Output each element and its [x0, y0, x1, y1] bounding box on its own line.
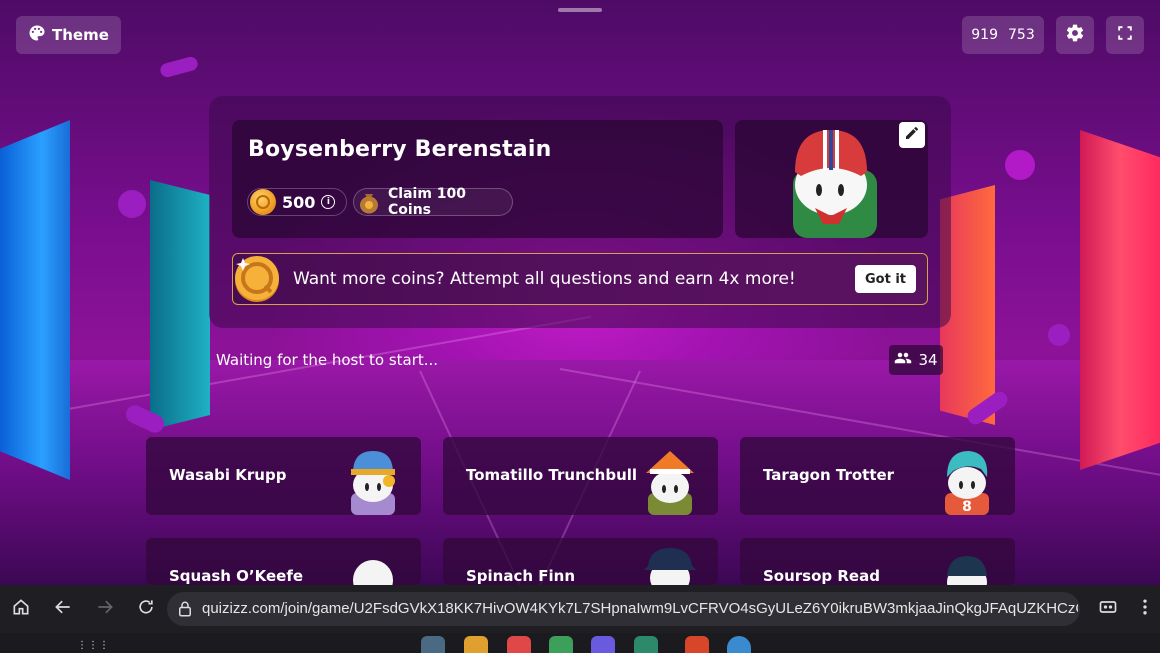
reload-icon: [136, 597, 156, 621]
player-card: Squash O’Keefe: [146, 538, 421, 585]
player-avatar: [646, 451, 694, 515]
door-right: [1080, 130, 1160, 470]
player-name: Boysenberry Berenstain: [248, 137, 552, 162]
notes-app-icon[interactable]: [507, 636, 531, 653]
player-card: Taragon Trotter 8: [740, 437, 1015, 515]
fullscreen-button[interactable]: [1106, 16, 1144, 54]
player-avatar: [947, 556, 987, 585]
reload-button[interactable]: [134, 597, 158, 621]
url-text[interactable]: quizizz.com/join/game/U2FsdGVkX18KK7HivO…: [202, 600, 1078, 617]
player-card-name: Soursop Read: [763, 567, 880, 585]
palette-icon: [28, 24, 46, 46]
player-card-name: Taragon Trotter: [763, 466, 895, 484]
screen-size-readout: 919 753: [962, 16, 1044, 54]
folder-app-icon[interactable]: [464, 636, 488, 653]
screen-width: 919: [971, 27, 998, 43]
menu-button[interactable]: [1133, 597, 1157, 621]
home-button[interactable]: [9, 597, 33, 621]
taskbar: [0, 633, 1160, 653]
theme-label: Theme: [52, 26, 109, 44]
app-grid-icon[interactable]: ⋮⋮⋮: [77, 640, 110, 651]
info-icon[interactable]: i: [321, 195, 336, 209]
player-avatar: 8: [945, 451, 989, 515]
notification-app-icon[interactable]: [685, 636, 709, 653]
waiting-status: Waiting for the host to start...: [216, 351, 439, 369]
arrow-left-icon: [53, 597, 73, 621]
door-left: [0, 120, 70, 480]
theme-button[interactable]: Theme: [16, 16, 121, 54]
reader-mode-icon: [1098, 597, 1118, 621]
player-avatar: [644, 548, 696, 585]
settings-app-icon[interactable]: [421, 636, 445, 653]
player-avatar: [353, 560, 393, 585]
home-icon: [11, 597, 31, 621]
drag-handle[interactable]: [558, 8, 602, 12]
promo-text: Want more coins? Attempt all questions a…: [293, 269, 796, 289]
fullscreen-icon: [1115, 23, 1135, 47]
arrow-right-icon: [95, 597, 115, 621]
calculator-app-icon[interactable]: [549, 636, 573, 653]
forward-button[interactable]: [93, 597, 117, 621]
money-bag-icon: [356, 189, 382, 215]
lock-icon: [176, 600, 194, 622]
claim-label: Claim 100 Coins: [388, 186, 467, 218]
player-card: Wasabi Krupp: [146, 437, 421, 515]
player-count-badge: 34: [889, 345, 943, 375]
player-count: 34: [918, 351, 938, 369]
back-button[interactable]: [51, 597, 75, 621]
more-vertical-icon: [1135, 597, 1155, 621]
coin-balance[interactable]: 500 i: [247, 188, 347, 216]
coin-icon: [250, 189, 276, 215]
pencil-icon: [904, 125, 920, 145]
svg-text:8: 8: [962, 499, 972, 515]
player-card: Soursop Read: [740, 538, 1015, 585]
browser-app-icon[interactable]: [591, 636, 615, 653]
calendar-app-icon[interactable]: [634, 636, 658, 653]
gear-icon: [1065, 23, 1085, 47]
coin-count: 500: [282, 192, 316, 212]
users-icon: [894, 349, 912, 371]
got-it-button[interactable]: Got it: [855, 265, 916, 293]
player-card-name: Wasabi Krupp: [169, 466, 287, 484]
player-card-name: Squash O’Keefe: [169, 567, 304, 585]
player-card: Spinach Finn: [443, 538, 718, 585]
big-coin-icon: [231, 252, 283, 304]
player-avatar: [351, 451, 395, 515]
settings-button[interactable]: [1056, 16, 1094, 54]
claim-coins-button[interactable]: Claim 100 Coins: [353, 186, 513, 218]
player-card-name: Spinach Finn: [466, 567, 576, 585]
player-card-name: Tomatillo Trunchbull: [466, 466, 638, 484]
telegram-app-icon[interactable]: [727, 636, 751, 653]
edit-avatar-button[interactable]: [899, 122, 925, 148]
door-left-inner: [150, 180, 210, 430]
player-card: Tomatillo Trunchbull: [443, 437, 718, 515]
reader-mode-button[interactable]: [1096, 597, 1120, 621]
screen-height: 753: [1008, 27, 1035, 43]
